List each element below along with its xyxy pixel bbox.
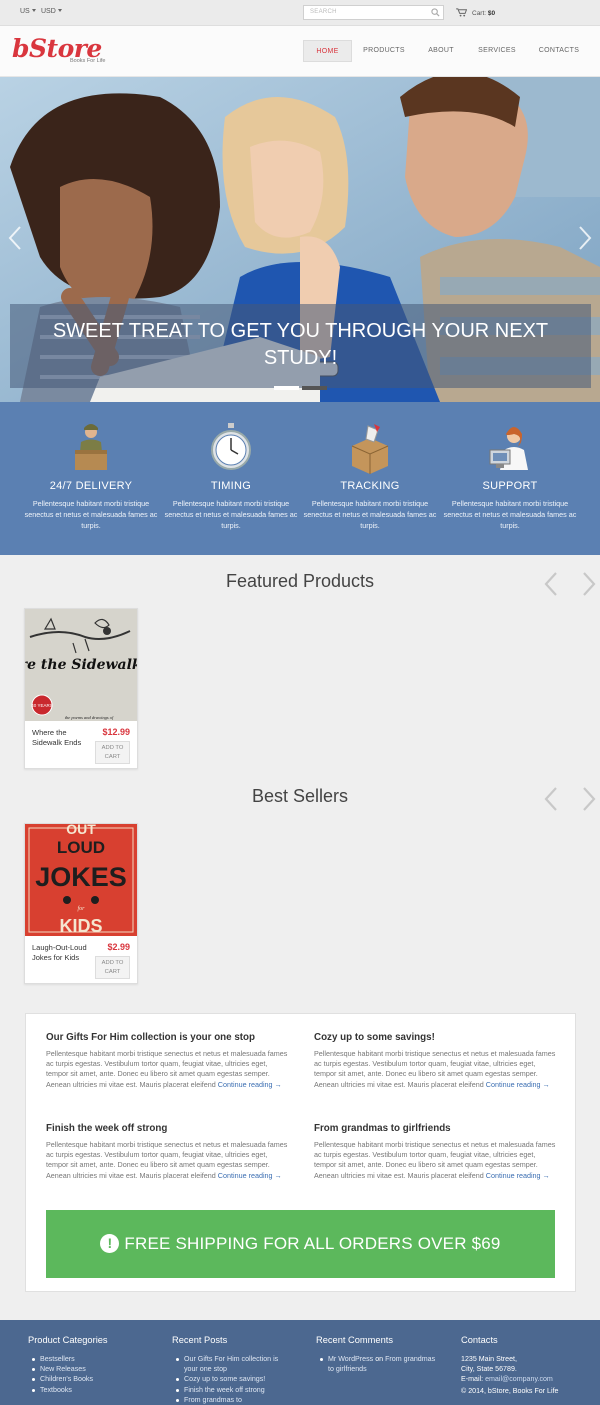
svg-text:40 YEARS: 40 YEARS — [31, 703, 52, 708]
product-name[interactable]: Laugh-Out-Loud Jokes for Kids — [32, 943, 92, 963]
nav-services[interactable]: SERVICES — [472, 40, 522, 62]
nav-products[interactable]: PRODUCTS — [357, 40, 411, 62]
post-excerpt: Pellentesque habitant morbi tristique se… — [46, 1049, 288, 1089]
bestsellers-prev-arrow-icon[interactable] — [544, 786, 558, 812]
cart-link[interactable]: Cart: $0 — [456, 8, 495, 17]
svg-text:KIDS: KIDS — [59, 916, 102, 936]
post-excerpt: Pellentesque habitant morbi tristique se… — [314, 1140, 556, 1180]
logo-tagline: Books For Life — [70, 58, 106, 64]
slide-dot-2[interactable] — [302, 386, 327, 390]
post-title[interactable]: Our Gifts For Him collection is your one… — [46, 1032, 291, 1043]
site-header: bStore Books For Life HOME PRODUCTS ABOU… — [0, 26, 600, 77]
footer-contacts: Contacts 1235 Main Street, City, State 5… — [461, 1335, 600, 1396]
post-excerpt: Pellentesque habitant morbi tristique se… — [46, 1140, 288, 1180]
category-link[interactable]: Bestsellers — [28, 1354, 168, 1364]
book-cover-art: OUT LOUD JOKES for KIDS — [25, 824, 137, 936]
featured-title: Featured Products — [225, 571, 375, 591]
post-title[interactable]: From grandmas to girlfriends — [314, 1123, 559, 1134]
free-shipping-banner[interactable]: ! FREE SHIPPING FOR ALL ORDERS OVER $69 — [46, 1210, 555, 1278]
hero-next-arrow-icon[interactable] — [578, 225, 592, 251]
country-select[interactable]: US — [20, 8, 36, 15]
cart-icon — [456, 8, 468, 17]
package-icon — [351, 424, 389, 474]
nav-contacts[interactable]: CONTACTS — [532, 40, 586, 62]
post-title[interactable]: Finish the week off strong — [46, 1123, 291, 1134]
support-agent-icon — [489, 427, 528, 470]
exclamation-icon: ! — [100, 1234, 120, 1253]
continue-reading-link[interactable]: Continue reading → — [218, 1080, 282, 1089]
search-icon[interactable] — [431, 8, 440, 17]
continue-reading-link[interactable]: Continue reading → — [486, 1080, 550, 1089]
contact-email-link[interactable]: email@company.com — [485, 1375, 553, 1383]
stopwatch-icon — [211, 423, 251, 470]
add-to-cart-button[interactable]: ADD TO CART — [95, 741, 130, 764]
slide-dot-1[interactable] — [274, 386, 299, 390]
continue-reading-link[interactable]: Continue reading → — [486, 1171, 550, 1180]
bestsellers-title: Best Sellers — [251, 786, 349, 806]
footer-categories: Product Categories Bestsellers New Relea… — [28, 1335, 168, 1395]
svg-text:JOKES: JOKES — [35, 862, 127, 892]
chevron-down-icon — [31, 9, 36, 12]
book-cover[interactable]: Where the Sidewalk Ends 40 YEARS the poe… — [25, 609, 137, 721]
chevron-down-icon — [57, 9, 62, 12]
footer-recent-posts: Recent Posts Our Gifts For Him collectio… — [172, 1335, 290, 1405]
blog-post: Cozy up to some savings! Pellentesque ha… — [314, 1032, 559, 1090]
blog-post: Finish the week off strong Pellentesque … — [46, 1123, 291, 1181]
recent-post-link[interactable]: Cozy up to some savings! — [172, 1374, 290, 1384]
bestsellers-next-arrow-icon[interactable] — [582, 786, 596, 812]
blog-post: From grandmas to girlfriends Pellentesqu… — [314, 1123, 559, 1181]
product-price: $12.99 — [102, 727, 130, 737]
product-card[interactable]: Where the Sidewalk Ends 40 YEARS the poe… — [24, 608, 138, 769]
add-to-cart-button[interactable]: ADD TO CART — [95, 956, 130, 979]
svg-text:LOUD: LOUD — [57, 838, 105, 857]
svg-text:Where the Sidewalk Ends: Where the Sidewalk Ends — [25, 657, 137, 673]
product-name[interactable]: Where the Sidewalk Ends — [32, 728, 92, 748]
featured-next-arrow-icon[interactable] — [582, 571, 596, 597]
book-cover[interactable]: OUT LOUD JOKES for KIDS — [25, 824, 137, 936]
svg-text:for: for — [77, 905, 85, 912]
hero-caption: SWEET TREAT TO GET YOU THROUGH YOUR NEXT… — [10, 304, 591, 388]
recent-post-link[interactable]: From grandmas to — [172, 1395, 290, 1405]
post-title[interactable]: Cozy up to some savings! — [314, 1032, 559, 1043]
category-link[interactable]: Textbooks — [28, 1385, 168, 1395]
currency-select[interactable]: USD — [41, 8, 62, 15]
product-price: $2.99 — [107, 942, 130, 952]
continue-reading-link[interactable]: Continue reading → — [218, 1171, 282, 1180]
product-card[interactable]: OUT LOUD JOKES for KIDS Laugh-Out-Loud J… — [24, 823, 138, 984]
features-band: 24/7 DELIVERY Pellentesque habitant morb… — [0, 402, 600, 555]
hero-slider: SWEET TREAT TO GET YOU THROUGH YOUR NEXT… — [0, 77, 600, 402]
recent-post-link[interactable]: Finish the week off strong — [172, 1385, 290, 1395]
hero-caption-text: SWEET TREAT TO GET YOU THROUGH YOUR NEXT… — [52, 320, 549, 369]
blog-posts-panel: Our Gifts For Him collection is your one… — [25, 1013, 576, 1292]
delivery-man-icon — [75, 424, 107, 470]
nav-home[interactable]: HOME — [303, 40, 352, 62]
svg-text:the poems and drawings of: the poems and drawings of — [65, 715, 114, 720]
post-excerpt: Pellentesque habitant morbi tristique se… — [314, 1049, 556, 1089]
recent-comment[interactable]: Mr WordPress on From grandmas to girlfri… — [316, 1354, 436, 1374]
blog-post: Our Gifts For Him collection is your one… — [46, 1032, 291, 1090]
nav-about[interactable]: ABOUT — [420, 40, 462, 62]
footer-recent-comments: Recent Comments Mr WordPress on From gra… — [316, 1335, 436, 1374]
copyright: © 2014, bStore, Books For Life — [461, 1386, 559, 1395]
featured-prev-arrow-icon[interactable] — [544, 571, 558, 597]
svg-text:OUT: OUT — [66, 824, 96, 837]
search-input[interactable]: SEARCH — [303, 5, 444, 20]
category-link[interactable]: Children's Books — [28, 1374, 168, 1384]
hero-prev-arrow-icon[interactable] — [8, 225, 22, 251]
book-cover-art: Where the Sidewalk Ends 40 YEARS the poe… — [25, 609, 137, 721]
site-footer: Product Categories Bestsellers New Relea… — [0, 1320, 600, 1405]
recent-post-link[interactable]: Our Gifts For Him collection is your one… — [172, 1354, 290, 1374]
category-link[interactable]: New Releases — [28, 1364, 168, 1374]
top-bar: US USD SEARCH Cart: $0 — [0, 0, 600, 26]
